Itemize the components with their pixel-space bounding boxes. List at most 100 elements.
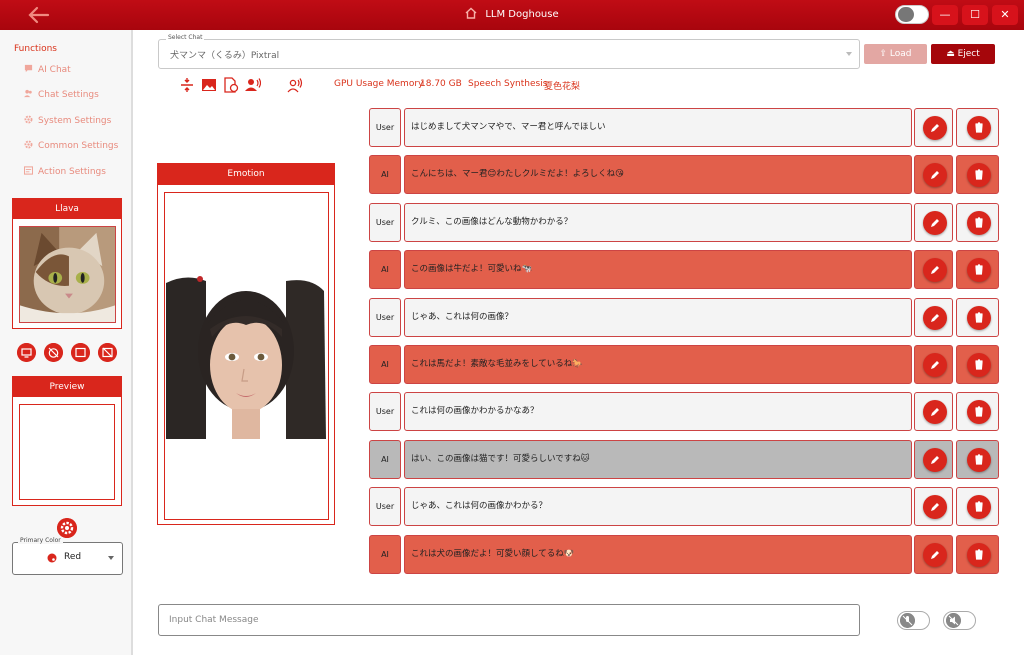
- edit-message-cell: [914, 250, 953, 290]
- speech-synthesis-value: 夏色花梨: [544, 82, 581, 92]
- delete-button[interactable]: [967, 353, 991, 377]
- delete-message-cell: [956, 297, 999, 337]
- sidebar-item-system-settings[interactable]: System Settings: [24, 113, 111, 129]
- people-icon: [24, 89, 32, 98]
- list-icon: [24, 166, 33, 175]
- delete-button[interactable]: [967, 495, 991, 520]
- theme-toggle[interactable]: [895, 5, 929, 24]
- message-text: これは何の画像かわかるかなあ？: [404, 392, 912, 432]
- image-off-icon[interactable]: [98, 343, 117, 362]
- screen-capture-icon[interactable]: [17, 343, 36, 362]
- emotion-title: Emotion: [158, 164, 334, 185]
- trash-icon: [967, 548, 991, 571]
- sidebar-item-common-settings[interactable]: Common Settings: [24, 138, 118, 154]
- message-text: はじめまして犬マンマやで、マー君と呼んでほしい: [404, 108, 912, 147]
- edit-message-cell: [914, 439, 953, 479]
- chevron-down-icon: [846, 52, 852, 56]
- edit-button[interactable]: [923, 163, 947, 188]
- edit-message-cell: [914, 345, 953, 384]
- mic-toggle[interactable]: [897, 611, 930, 630]
- trash-icon: [967, 406, 991, 428]
- edit-button[interactable]: [923, 210, 947, 235]
- message-role: User: [369, 297, 401, 337]
- voice-user-icon[interactable]: [245, 77, 261, 93]
- delete-button[interactable]: [967, 542, 991, 567]
- image-icon[interactable]: [201, 77, 217, 93]
- close-button[interactable]: ✕: [992, 5, 1018, 25]
- pencil-icon: [923, 361, 947, 381]
- delete-button[interactable]: [967, 116, 991, 140]
- window-title-wrap: LLM Doghouse: [0, 0, 1024, 30]
- sidebar-item-action-settings[interactable]: Action Settings: [24, 164, 106, 180]
- edit-button[interactable]: [923, 116, 947, 140]
- sidebar-item-label: Common Settings: [38, 141, 119, 151]
- speaker-toggle[interactable]: [943, 611, 976, 630]
- pencil-icon: [923, 218, 947, 239]
- sidebar-item-chat-settings[interactable]: Chat Settings: [24, 87, 99, 103]
- delete-message-cell: [956, 345, 999, 384]
- delete-message-cell: [956, 202, 999, 242]
- preview-panel: Preview: [12, 376, 122, 506]
- gpu-usage-label: GPU Usage Memory: [334, 79, 424, 89]
- image-settings-icon[interactable]: [223, 77, 239, 93]
- delete-button[interactable]: [967, 447, 991, 472]
- home-icon: [465, 7, 477, 19]
- trash-icon: [967, 501, 991, 523]
- minimize-button[interactable]: —: [932, 5, 958, 25]
- split-icon[interactable]: [179, 77, 195, 93]
- preview-frame: [19, 404, 115, 500]
- edit-message-cell: [914, 392, 953, 432]
- message-text: この画像は牛だよ！可愛いね🐄: [404, 250, 912, 290]
- edit-message-cell: [914, 108, 953, 147]
- gear-icon: [24, 115, 33, 124]
- edit-message-cell: [914, 202, 953, 242]
- edit-button[interactable]: [923, 400, 947, 425]
- edit-message-cell: [914, 487, 953, 527]
- timer-off-icon[interactable]: [44, 343, 63, 362]
- chat-input[interactable]: [159, 605, 859, 635]
- avatar-image: [166, 273, 326, 439]
- delete-button[interactable]: [967, 400, 991, 425]
- window-icon[interactable]: [71, 343, 90, 362]
- emotion-panel: Emotion: [157, 163, 335, 525]
- delete-message-cell: [956, 439, 999, 479]
- delete-button[interactable]: [967, 305, 991, 330]
- cat-image: [19, 226, 116, 323]
- delete-button[interactable]: [967, 258, 991, 283]
- trash-icon: [967, 264, 991, 286]
- edit-button[interactable]: [923, 258, 947, 283]
- sidebar-item-ai-chat[interactable]: AI Chat: [24, 62, 71, 78]
- sidebar-item-label: Action Settings: [38, 167, 106, 177]
- edit-button[interactable]: [923, 447, 947, 472]
- load-label: Load: [889, 49, 912, 59]
- voice-settings-icon[interactable]: [287, 77, 303, 93]
- primary-color-label: Primary Color: [18, 537, 63, 544]
- sidebar-item-label: AI Chat: [38, 65, 71, 75]
- trash-icon: [967, 122, 991, 144]
- edit-button[interactable]: [923, 495, 947, 520]
- edit-button[interactable]: [923, 353, 947, 377]
- delete-button[interactable]: [967, 163, 991, 188]
- settings-gear-icon[interactable]: [57, 518, 77, 538]
- message-text: はい、この画像は猫です！可愛らしいですね🐱: [404, 439, 912, 479]
- llava-panel: Llava: [12, 198, 122, 329]
- edit-message-cell: [914, 534, 953, 574]
- load-button[interactable]: ⇪ Load: [864, 44, 927, 64]
- delete-message-cell: [956, 155, 999, 195]
- edit-button[interactable]: [923, 305, 947, 330]
- eject-label: Eject: [957, 49, 980, 59]
- maximize-button[interactable]: ☐: [962, 5, 988, 25]
- chat-input-field[interactable]: [158, 604, 860, 636]
- eject-icon: ⏏: [946, 49, 958, 59]
- select-chat-value: 犬マンマ（くるみ）Pixtral: [170, 51, 280, 61]
- mic-off-icon: [900, 613, 915, 628]
- gpu-usage-value: 18.70 GB: [420, 79, 462, 89]
- trash-icon: [967, 454, 991, 476]
- delete-message-cell: [956, 534, 999, 574]
- message-text: じゃあ、これは何の画像かわかる？: [404, 487, 912, 527]
- eject-button[interactable]: ⏏ Eject: [931, 44, 995, 64]
- delete-button[interactable]: [967, 210, 991, 235]
- edit-message-cell: [914, 155, 953, 195]
- edit-button[interactable]: [923, 542, 947, 567]
- message-text: これは馬だよ！素敵な毛並みをしているね🐎: [404, 345, 912, 384]
